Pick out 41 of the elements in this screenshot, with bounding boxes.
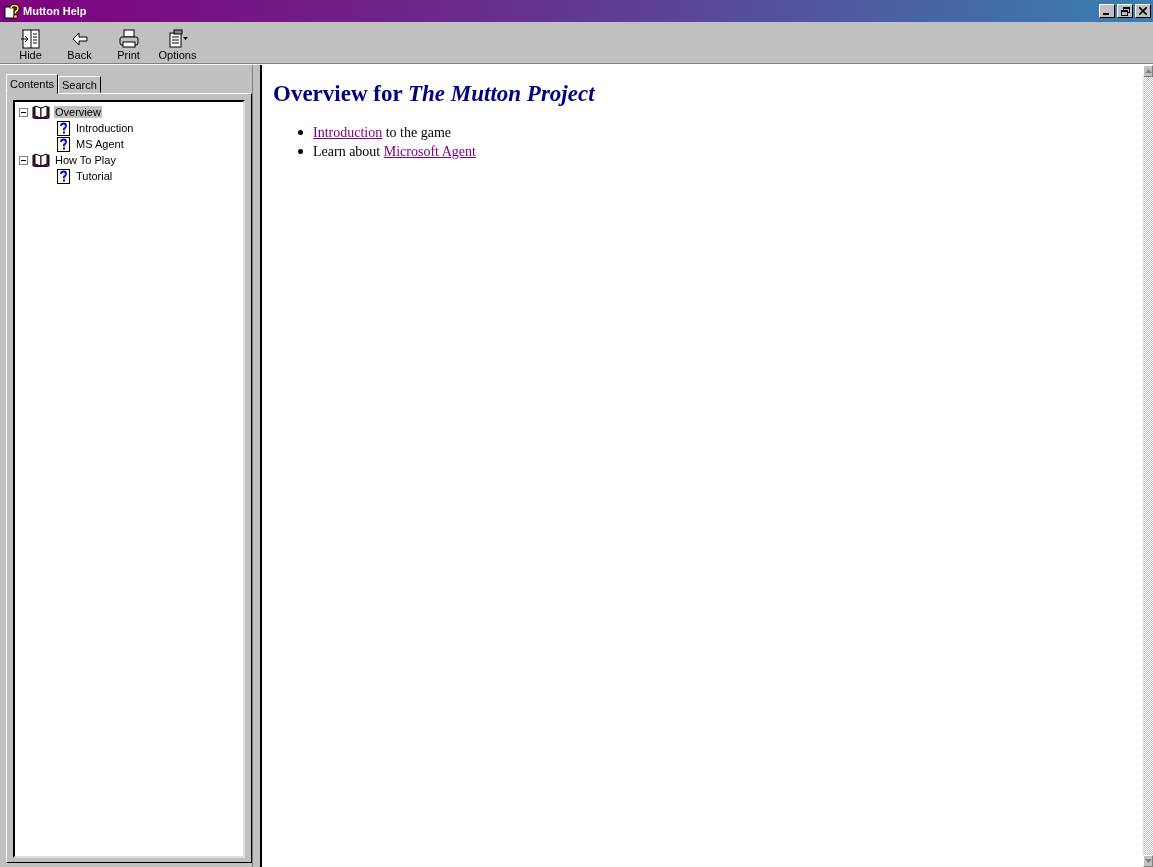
pane-splitter[interactable] (252, 65, 261, 867)
tree-item[interactable]: Overview (54, 106, 102, 118)
restore-icon (1120, 6, 1130, 16)
hide-button[interactable]: Hide (8, 29, 53, 61)
bullet-icon (298, 130, 303, 135)
pane-tab[interactable]: Contents (6, 74, 59, 94)
up-arrow-icon (1144, 69, 1152, 73)
minimize-button[interactable] (1099, 4, 1115, 18)
scroll-up-button[interactable] (1143, 65, 1153, 77)
down-arrow-icon (1144, 859, 1152, 863)
tree-item[interactable]: Introduction (75, 122, 135, 134)
link[interactable]: Introduction (313, 125, 383, 140)
tree-item[interactable]: Tutorial (75, 170, 114, 182)
print-button[interactable]: Print (106, 29, 151, 61)
options-button[interactable]: Options (155, 29, 200, 61)
page-heading: Overview for The Mutton Project (273, 81, 596, 107)
tree-item[interactable]: How To Play (54, 154, 117, 166)
vertical-scrollbar[interactable] (1143, 65, 1153, 867)
collapse-toggle-icon[interactable] (19, 107, 28, 117)
pane-tab[interactable]: Search (58, 76, 101, 93)
help-topic-icon (57, 136, 71, 152)
hide-pane-icon (19, 29, 42, 49)
close-button[interactable] (1135, 4, 1151, 18)
bullet-text: Introduction to the game (313, 124, 452, 142)
book-icon (32, 105, 50, 119)
collapse-toggle-icon[interactable] (19, 155, 28, 165)
back-button[interactable]: Back (57, 29, 102, 61)
help-icon (4, 3, 20, 19)
tree-item[interactable]: MS Agent (75, 138, 125, 150)
help-topic-icon (57, 120, 71, 136)
options-icon (166, 29, 189, 49)
bullet-text: Learn about Microsoft Agent (313, 143, 476, 161)
link[interactable]: Microsoft Agent (383, 144, 476, 159)
window-title: Mutton Help (23, 5, 87, 17)
help-topic-icon (57, 168, 71, 184)
scroll-down-button[interactable] (1143, 855, 1153, 867)
printer-icon (117, 29, 140, 49)
book-icon (32, 153, 50, 167)
close-icon (1139, 7, 1147, 15)
bullet-icon (298, 149, 303, 154)
restore-button[interactable] (1117, 4, 1133, 18)
